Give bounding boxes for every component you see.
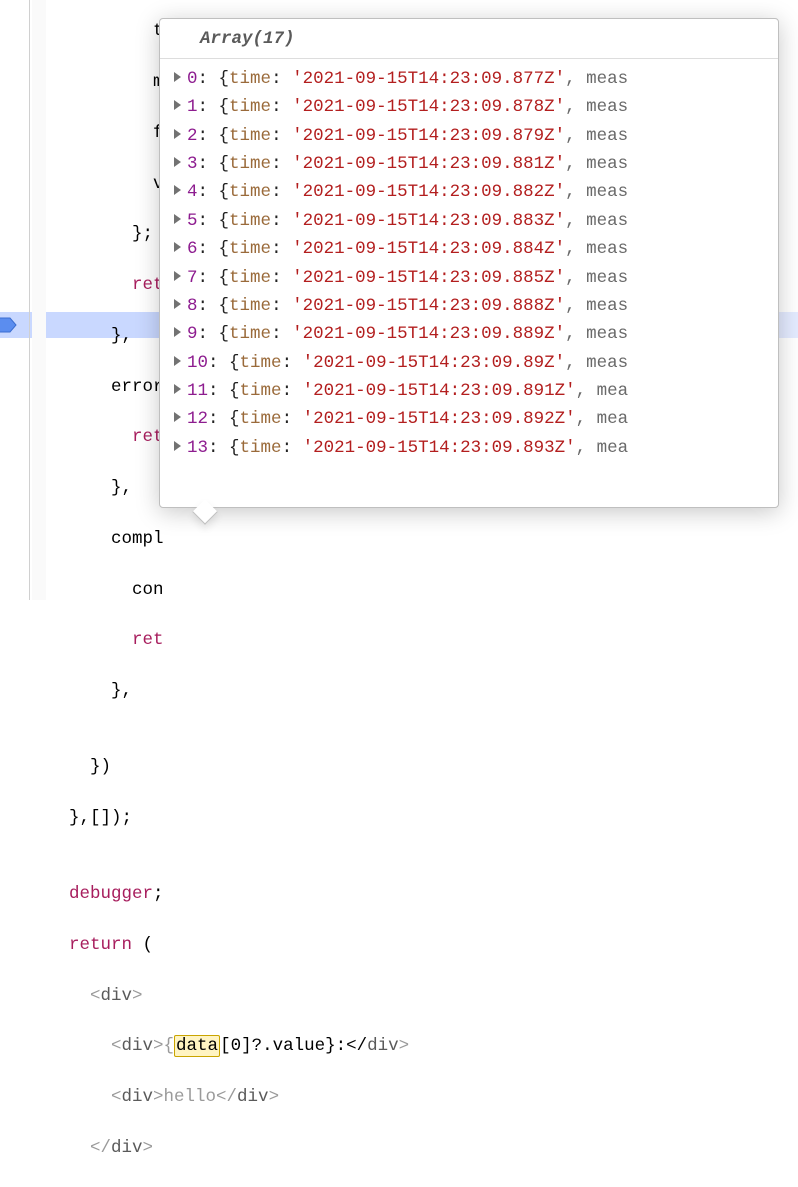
object-key: time: [229, 182, 271, 202]
array-index: 3: [187, 154, 198, 174]
object-key: time: [240, 409, 282, 429]
array-index: 12: [187, 409, 208, 429]
expand-arrow-icon[interactable]: [174, 100, 181, 110]
expand-arrow-icon[interactable]: [174, 327, 181, 337]
hovered-identifier[interactable]: data: [174, 1035, 220, 1057]
tooltip-item[interactable]: 0: {time: '2021-09-15T14:23:09.877Z', me…: [160, 65, 778, 93]
object-value: '2021-09-15T14:23:09.884Z': [292, 239, 565, 259]
object-key: time: [229, 268, 271, 288]
object-value: '2021-09-15T14:23:09.89Z': [303, 353, 566, 373]
object-key: time: [229, 126, 271, 146]
object-key: time: [240, 438, 282, 458]
expand-arrow-icon[interactable]: [174, 129, 181, 139]
tooltip-item[interactable]: 13: {time: '2021-09-15T14:23:09.893Z', m…: [160, 434, 778, 462]
array-index: 4: [187, 182, 198, 202]
object-key: time: [229, 239, 271, 259]
array-index: 1: [187, 97, 198, 117]
tooltip-item[interactable]: 11: {time: '2021-09-15T14:23:09.891Z', m…: [160, 378, 778, 406]
tooltip-item[interactable]: 10: {time: '2021-09-15T14:23:09.89Z', me…: [160, 349, 778, 377]
array-index: 9: [187, 324, 198, 344]
array-index: 11: [187, 381, 208, 401]
expand-arrow-icon[interactable]: [174, 214, 181, 224]
expand-arrow-icon[interactable]: [174, 242, 181, 252]
array-index: 2: [187, 126, 198, 146]
array-index: 0: [187, 69, 198, 89]
object-key: time: [229, 211, 271, 231]
expand-arrow-icon[interactable]: [174, 185, 181, 195]
array-index: 10: [187, 353, 208, 373]
tooltip-item[interactable]: 3: {time: '2021-09-15T14:23:09.881Z', me…: [160, 151, 778, 179]
tooltip-item[interactable]: 12: {time: '2021-09-15T14:23:09.892Z', m…: [160, 406, 778, 434]
object-key: time: [229, 97, 271, 117]
object-key: time: [229, 154, 271, 174]
tooltip-item[interactable]: 7: {time: '2021-09-15T14:23:09.885Z', me…: [160, 264, 778, 292]
object-value: '2021-09-15T14:23:09.888Z': [292, 296, 565, 316]
code-line[interactable]: <div>hello</div>: [48, 1085, 409, 1110]
expand-arrow-icon[interactable]: [174, 412, 181, 422]
object-value: '2021-09-15T14:23:09.883Z': [292, 211, 565, 231]
object-value: '2021-09-15T14:23:09.885Z': [292, 268, 565, 288]
hover-tooltip[interactable]: Array(17) 0: {time: '2021-09-15T14:23:09…: [159, 18, 779, 508]
expand-arrow-icon[interactable]: [174, 72, 181, 82]
object-value: '2021-09-15T14:23:09.891Z': [303, 381, 576, 401]
code-line[interactable]: </div>: [48, 1136, 409, 1161]
object-key: time: [240, 381, 282, 401]
tooltip-item[interactable]: 1: {time: '2021-09-15T14:23:09.878Z', me…: [160, 94, 778, 122]
expand-arrow-icon[interactable]: [174, 157, 181, 167]
code-line[interactable]: }): [48, 755, 409, 780]
array-index: 6: [187, 239, 198, 259]
code-line[interactable]: <div>: [48, 984, 409, 1009]
code-line[interactable]: <div>{data[0]?.value}:</div>: [48, 1034, 409, 1059]
object-key: time: [240, 353, 282, 373]
code-line[interactable]: con: [48, 578, 409, 603]
object-value: '2021-09-15T14:23:09.892Z': [303, 409, 576, 429]
tooltip-body[interactable]: 0: {time: '2021-09-15T14:23:09.877Z', me…: [160, 65, 778, 462]
object-value: '2021-09-15T14:23:09.877Z': [292, 69, 565, 89]
tooltip-header: Array(17): [160, 27, 778, 59]
object-value: '2021-09-15T14:23:09.889Z': [292, 324, 565, 344]
object-key: time: [229, 324, 271, 344]
tooltip-item[interactable]: 6: {time: '2021-09-15T14:23:09.884Z', me…: [160, 236, 778, 264]
code-line[interactable]: compl: [48, 527, 409, 552]
expand-arrow-icon[interactable]: [174, 299, 181, 309]
object-value: '2021-09-15T14:23:09.893Z': [303, 438, 576, 458]
code-line[interactable]: ret: [48, 628, 409, 653]
execution-line-highlight-right: [776, 312, 798, 338]
tooltip-item[interactable]: 5: {time: '2021-09-15T14:23:09.883Z', me…: [160, 207, 778, 235]
array-index: 8: [187, 296, 198, 316]
code-line[interactable]: },[]);: [48, 806, 409, 831]
object-key: time: [229, 69, 271, 89]
tooltip-item[interactable]: 2: {time: '2021-09-15T14:23:09.879Z', me…: [160, 122, 778, 150]
object-value: '2021-09-15T14:23:09.881Z': [292, 154, 565, 174]
object-value: '2021-09-15T14:23:09.878Z': [292, 97, 565, 117]
array-index: 13: [187, 438, 208, 458]
array-index: 5: [187, 211, 198, 231]
object-value: '2021-09-15T14:23:09.882Z': [292, 182, 565, 202]
tooltip-item[interactable]: 9: {time: '2021-09-15T14:23:09.889Z', me…: [160, 321, 778, 349]
expand-arrow-icon[interactable]: [174, 356, 181, 366]
expand-arrow-icon[interactable]: [174, 384, 181, 394]
tooltip-item[interactable]: 8: {time: '2021-09-15T14:23:09.888Z', me…: [160, 292, 778, 320]
expand-arrow-icon[interactable]: [174, 271, 181, 281]
object-value: '2021-09-15T14:23:09.879Z': [292, 126, 565, 146]
execution-pointer-icon: [0, 314, 18, 336]
expand-arrow-icon[interactable]: [174, 441, 181, 451]
array-index: 7: [187, 268, 198, 288]
tooltip-item[interactable]: 4: {time: '2021-09-15T14:23:09.882Z', me…: [160, 179, 778, 207]
object-key: time: [229, 296, 271, 316]
code-line[interactable]: return (: [48, 933, 409, 958]
code-line[interactable]: debugger;: [48, 882, 409, 907]
code-line[interactable]: },: [48, 679, 409, 704]
